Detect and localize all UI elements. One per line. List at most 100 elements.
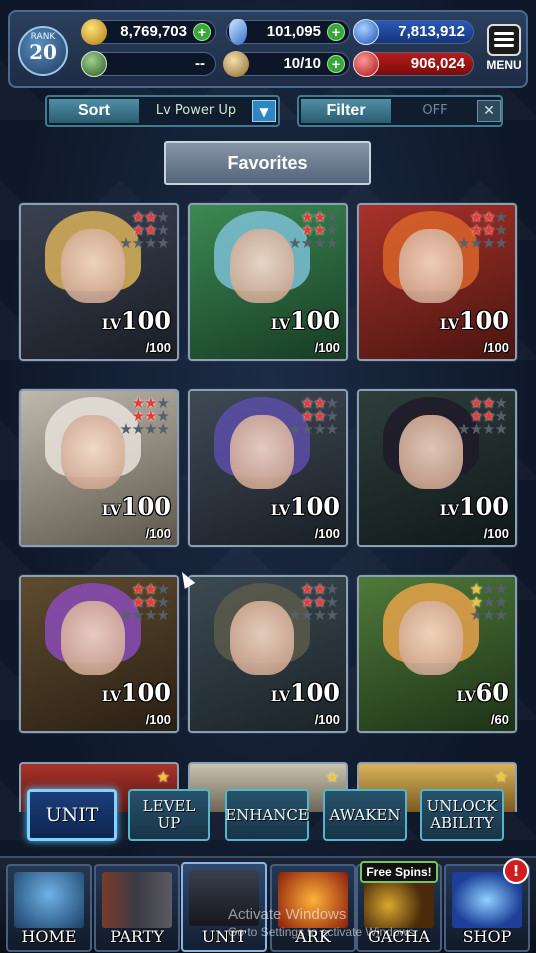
tab-unit[interactable]: UNIT bbox=[27, 789, 117, 841]
level-prefix: LV bbox=[101, 503, 121, 519]
level-prefix: LV bbox=[270, 689, 290, 705]
unit-level: LV60 bbox=[457, 678, 509, 707]
unit-card[interactable]: ★★★ ★★★ ★★★★ LV100/100 bbox=[357, 203, 517, 361]
level-prefix: LV bbox=[456, 689, 476, 705]
unit-card[interactable]: ★★★ ★★★ ★★★★ LV100/100 bbox=[357, 389, 517, 547]
tab-awaken[interactable]: AWAKEN bbox=[323, 789, 407, 841]
level-prefix: LV bbox=[439, 503, 459, 519]
nav-party-label: PARTY bbox=[110, 927, 164, 946]
party-characters-icon bbox=[102, 872, 172, 928]
red-orb-value: 906,024 bbox=[410, 55, 465, 72]
gold-counter: 8,769,703 + bbox=[81, 19, 216, 45]
crystal-counter: 101,095 + bbox=[226, 19, 350, 45]
filter-control[interactable]: Filter OFF ✕ bbox=[297, 95, 503, 127]
unit-level: LV100 bbox=[102, 306, 171, 335]
sort-value: Lv Power Up bbox=[155, 103, 237, 118]
max-level: /60 bbox=[490, 712, 509, 727]
shop-notification-badge: ! bbox=[503, 858, 529, 884]
red-orb-icon bbox=[353, 51, 379, 77]
nav-party[interactable]: PARTY bbox=[94, 864, 180, 952]
unit-card[interactable]: ★★★ ★★★ ★★★★ LV100/100 bbox=[19, 203, 179, 361]
unit-card[interactable]: ★★★ ★★★ ★★★★ LV100/100 bbox=[188, 389, 348, 547]
tab-enhance[interactable]: ENHANCE bbox=[225, 789, 309, 841]
max-level: /100 bbox=[145, 526, 171, 541]
rarity-stars: ★★★ ★★★ ★★★★ bbox=[288, 208, 339, 252]
unit-level: LV100 bbox=[440, 492, 509, 521]
sort-label: Sort bbox=[49, 99, 139, 123]
tab-level-up[interactable]: LEVEL UP bbox=[128, 789, 210, 841]
status-header: RANK 20 8,769,703 + -- 101,095 + 10/10 +… bbox=[8, 10, 528, 88]
sort-control[interactable]: Sort Lv Power Up ▼ bbox=[45, 95, 280, 127]
max-level: /100 bbox=[145, 340, 171, 355]
rarity-stars: ★★★ ★★★ ★★★★ bbox=[119, 394, 170, 438]
rank-value: 20 bbox=[29, 40, 57, 64]
blue-orb-icon bbox=[353, 19, 379, 45]
hamburger-icon bbox=[487, 24, 521, 56]
level-prefix: LV bbox=[270, 503, 290, 519]
unit-level: LV100 bbox=[271, 492, 340, 521]
sort-dropdown-button[interactable]: ▼ bbox=[252, 100, 276, 122]
level-value: 100 bbox=[289, 678, 340, 707]
stamina-value: 10/10 bbox=[283, 55, 321, 72]
rarity-stars: ★★★ ★★★ ★★★★ bbox=[119, 580, 170, 624]
menu-button[interactable]: MENU bbox=[484, 24, 524, 80]
unit-card[interactable]: ★★★ ★★★ ★★★ LV60/60 bbox=[357, 575, 517, 733]
favorites-button[interactable]: Favorites bbox=[164, 141, 371, 185]
crystal-add-button[interactable]: + bbox=[327, 23, 345, 41]
filter-value: OFF bbox=[422, 103, 448, 118]
rarity-stars: ★ bbox=[494, 768, 508, 786]
max-level: /100 bbox=[145, 712, 171, 727]
unit-card[interactable]: ★★★ ★★★ ★★★★ LV100/100 bbox=[188, 203, 348, 361]
level-value: 100 bbox=[458, 492, 509, 521]
watermark-line-2: Go to Settings to activate Windows. bbox=[228, 925, 418, 939]
level-prefix: LV bbox=[101, 689, 121, 705]
filter-clear-button[interactable]: ✕ bbox=[477, 100, 501, 122]
tab-unlock-ability[interactable]: UNLOCK ABILITY bbox=[420, 789, 504, 841]
max-level: /100 bbox=[483, 526, 509, 541]
unit-level: LV100 bbox=[440, 306, 509, 335]
level-prefix: LV bbox=[270, 317, 290, 333]
free-spins-badge: Free Spins! bbox=[360, 861, 438, 883]
level-prefix: LV bbox=[101, 317, 121, 333]
stamina-counter: 10/10 + bbox=[223, 51, 350, 77]
filter-label: Filter bbox=[301, 99, 391, 123]
menu-label: MENU bbox=[486, 58, 522, 72]
crystal-icon bbox=[229, 19, 247, 45]
guild-value: -- bbox=[195, 55, 205, 72]
unit-card[interactable]: ★★★ ★★★ ★★★★ LV100/100 bbox=[19, 389, 179, 547]
rank-badge[interactable]: RANK 20 bbox=[18, 26, 68, 76]
unit-level: LV100 bbox=[102, 678, 171, 707]
gold-add-button[interactable]: + bbox=[193, 23, 211, 41]
unit-card[interactable]: ★★★ ★★★ ★★★★ LV100/100 bbox=[19, 575, 179, 733]
blue-orb-value: 7,813,912 bbox=[398, 23, 465, 40]
activate-windows-watermark: Activate Windows Go to Settings to activ… bbox=[228, 906, 468, 939]
rarity-stars: ★★★ ★★★ ★★★★ bbox=[457, 208, 508, 252]
crystal-value: 101,095 bbox=[266, 23, 321, 40]
stamina-icon bbox=[223, 51, 249, 77]
unit-level: LV100 bbox=[102, 492, 171, 521]
red-orb-counter: 906,024 bbox=[353, 51, 474, 77]
rarity-stars: ★★★ ★★★ ★★★ bbox=[469, 580, 508, 624]
rarity-stars: ★★★ ★★★ ★★★★ bbox=[288, 394, 339, 438]
unit-level: LV100 bbox=[271, 306, 340, 335]
unit-level: LV100 bbox=[271, 678, 340, 707]
nav-home[interactable]: HOME bbox=[6, 864, 92, 952]
rarity-stars: ★ bbox=[156, 768, 170, 786]
level-value: 100 bbox=[120, 678, 171, 707]
watermark-line-1: Activate Windows bbox=[228, 906, 347, 923]
unit-card[interactable]: ★★★ ★★★ ★★★★ LV100/100 bbox=[188, 575, 348, 733]
level-value: 100 bbox=[289, 492, 340, 521]
level-value: 100 bbox=[458, 306, 509, 335]
level-value: 100 bbox=[289, 306, 340, 335]
level-value: 100 bbox=[120, 306, 171, 335]
rarity-stars: ★★★ ★★★ ★★★★ bbox=[119, 208, 170, 252]
stamina-add-button[interactable]: + bbox=[327, 55, 345, 73]
guild-counter: -- bbox=[81, 51, 216, 77]
gold-coin-icon bbox=[81, 19, 107, 45]
nav-home-label: HOME bbox=[21, 927, 77, 946]
max-level: /100 bbox=[314, 340, 340, 355]
level-value: 100 bbox=[120, 492, 171, 521]
blue-orb-counter: 7,813,912 bbox=[353, 19, 474, 45]
rarity-stars: ★ bbox=[325, 768, 339, 786]
max-level: /100 bbox=[314, 526, 340, 541]
